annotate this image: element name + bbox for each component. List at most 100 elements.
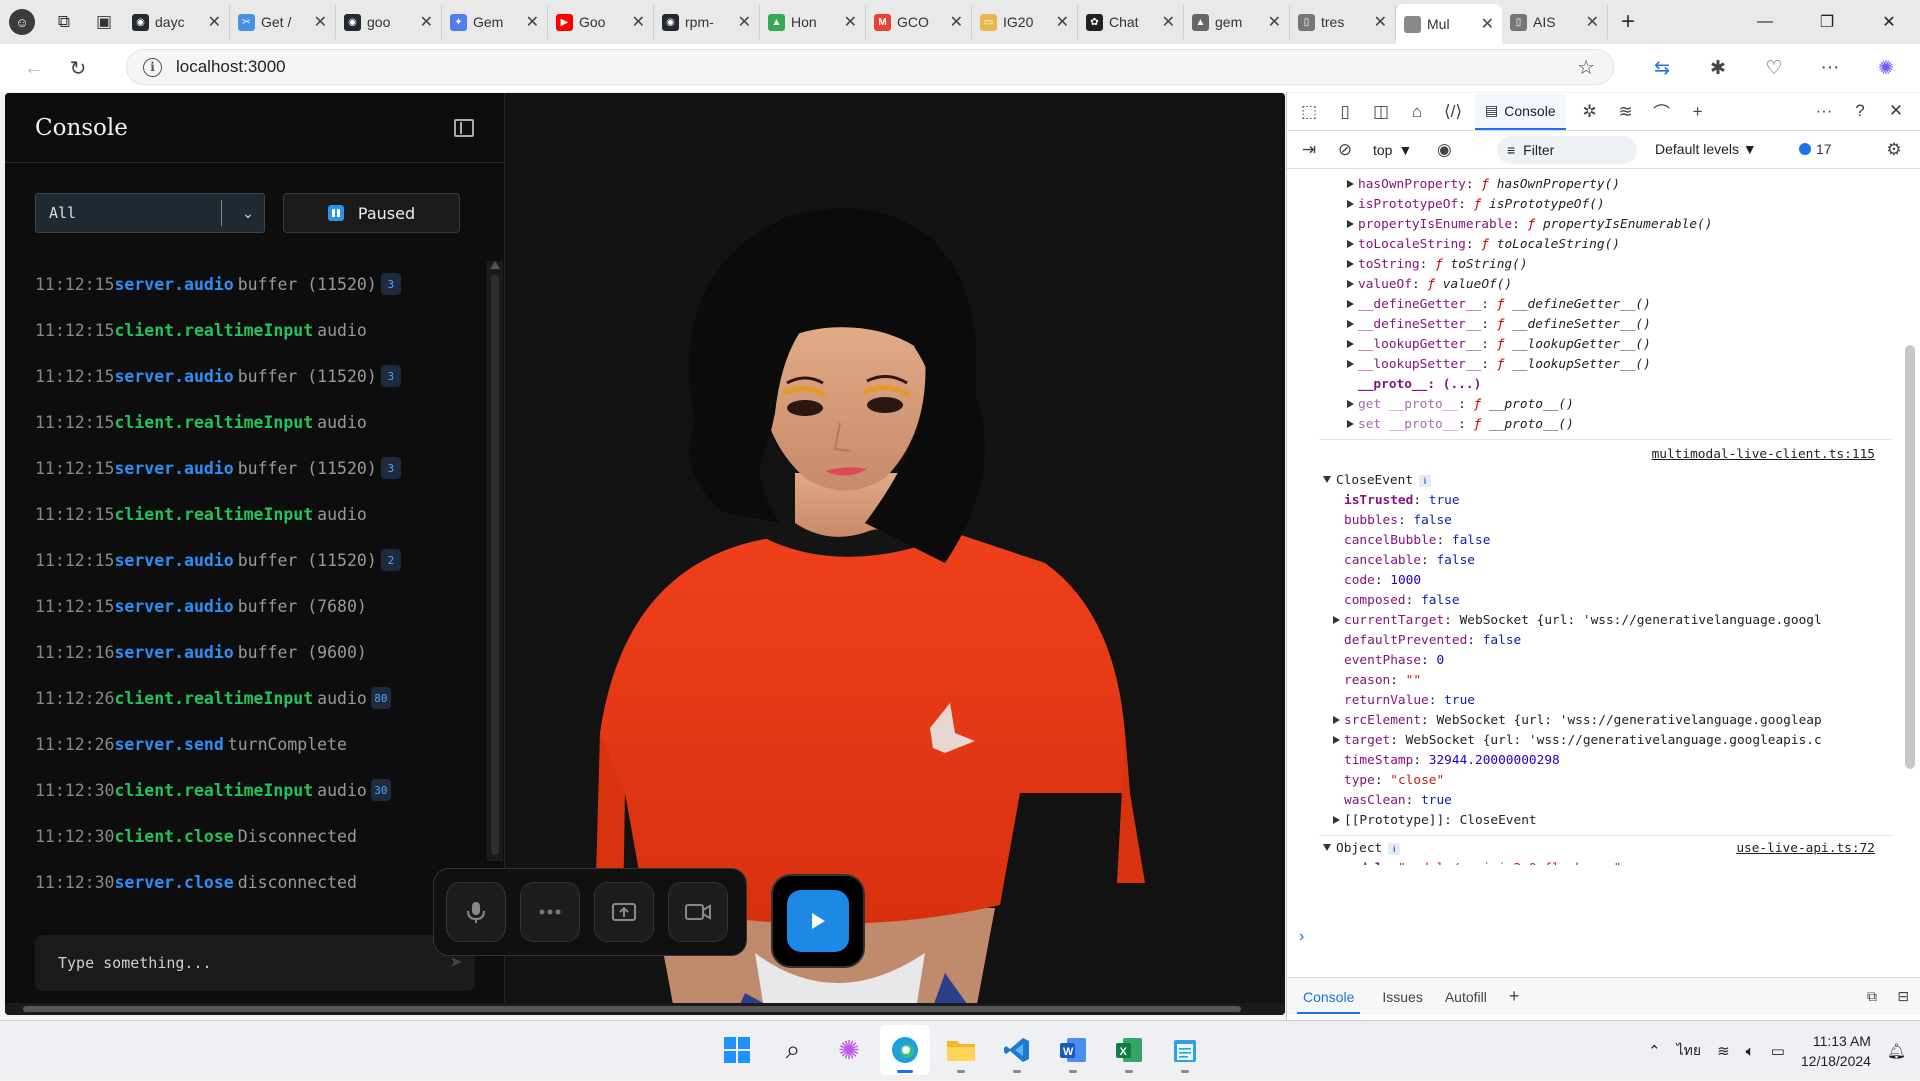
close-drawer-icon[interactable]: ⊟ [1897,988,1909,1005]
close-event-property[interactable]: srcElement: WebSocket {url: 'wss://gener… [1333,711,1822,731]
browser-tab[interactable]: ▲ gem ✕ [1184,5,1290,39]
copilot-icon[interactable]: ✺ [1862,48,1910,88]
log-scrollbar[interactable] [487,261,503,861]
show-sidebar-icon[interactable]: ⇥ [1291,132,1327,168]
help-icon[interactable]: ? [1842,93,1878,129]
expand-triangle-icon[interactable] [1347,340,1354,348]
expand-triangle-icon[interactable] [1347,400,1354,408]
browser-tab[interactable]: ▲ Hon ✕ [760,5,866,39]
tab-close-icon[interactable]: ✕ [208,12,221,32]
new-tab-button[interactable]: + [1608,5,1648,39]
info-badge-icon[interactable]: i [1419,475,1432,487]
paused-button[interactable]: Paused [283,193,460,233]
edge-app[interactable] [880,1025,930,1075]
tab-close-icon[interactable]: ✕ [1586,12,1599,32]
connect-button[interactable] [771,874,865,968]
expand-triangle-icon[interactable] [1347,320,1354,328]
source-link-2[interactable]: use-live-api.ts:72 [1736,839,1875,859]
context-select[interactable]: top ▼ [1373,142,1412,158]
input-language[interactable]: ไทย [1677,1040,1701,1062]
tab-close-icon[interactable]: ✕ [1056,12,1069,32]
drawer-tab-console[interactable]: Console [1297,989,1361,1014]
restore-icon[interactable]: ❐ [1796,0,1858,44]
browser-essentials-icon[interactable]: ♡ [1750,48,1798,88]
browser-tab[interactable]: ◉ rpm- ✕ [654,5,760,39]
add-tool-icon[interactable]: + [1680,94,1716,130]
console-prompt-caret[interactable]: › [1299,928,1304,946]
address-bar[interactable]: i localhost:3000 ☆ [126,49,1614,85]
drawer-tab-issues[interactable]: Issues [1382,989,1422,1005]
prototype-method-row[interactable]: __defineSetter__: ƒ __defineSetter__() [1347,315,1651,335]
tab-close-icon[interactable]: ✕ [844,12,857,32]
search-button[interactable]: ⌕ [768,1025,818,1075]
collapse-triangle-icon[interactable] [1323,476,1331,483]
source-link-1[interactable]: multimodal-live-client.ts:115 [1652,445,1875,465]
tab-close-icon[interactable]: ✕ [420,12,433,32]
browser-tab[interactable]: ▶ Goo ✕ [548,5,654,39]
word-app[interactable]: W [1048,1025,1098,1075]
close-event-header[interactable]: CloseEvent i [1323,471,1432,491]
elements-tab-icon[interactable]: ⟨/⟩ [1435,94,1471,130]
workspaces-icon[interactable]: ⧉ [44,0,84,44]
start-button[interactable] [712,1025,762,1075]
filter-input[interactable]: ≡ Filter [1497,136,1637,164]
prototype-method-row[interactable]: toLocaleString: ƒ toLocaleString() [1347,235,1620,255]
more-tools-icon[interactable]: ··· [1806,93,1842,129]
device-emulation-icon[interactable]: ▯ [1327,94,1363,130]
add-drawer-tab-icon[interactable]: + [1509,986,1520,1007]
tab-close-icon[interactable]: ✕ [314,12,327,32]
expand-triangle-icon[interactable] [1333,616,1340,624]
console-scrollbar[interactable] [1904,171,1916,857]
info-badge-icon[interactable]: i [1388,843,1401,855]
excel-app[interactable]: X [1104,1025,1154,1075]
live-expression-eye-icon[interactable]: ◉ [1426,132,1462,168]
expand-triangle-icon[interactable] [1333,816,1340,824]
battery-icon[interactable]: ▭ [1771,1042,1785,1060]
minimize-icon[interactable]: — [1734,0,1796,44]
close-event-prototype[interactable]: [[Prototype]]: CloseEvent [1333,811,1537,831]
tab-close-icon[interactable]: ✕ [1481,14,1494,34]
tab-console[interactable]: ▤ Console [1475,93,1566,130]
expand-triangle-icon[interactable] [1333,736,1340,744]
tab-close-icon[interactable]: ✕ [1268,12,1281,32]
close-window-icon[interactable]: ✕ [1858,0,1920,44]
file-explorer-app[interactable] [936,1025,986,1075]
chevron-down-icon[interactable]: ⌄ [232,205,264,222]
close-event-property[interactable]: target: WebSocket {url: 'wss://generativ… [1333,731,1822,751]
tab-close-icon[interactable]: ✕ [1374,12,1387,32]
expand-triangle-icon[interactable] [1347,240,1354,248]
audio-pulse-button[interactable] [520,882,580,942]
clock[interactable]: 11:13 AM 12/18/2024 [1801,1031,1871,1071]
welcome-home-icon[interactable]: ⌂ [1399,94,1435,130]
toggle-sidebar-icon[interactable]: ◫ [1363,94,1399,130]
copilot-app[interactable]: ✺ [824,1025,874,1075]
refresh-button[interactable]: ↻ [56,48,100,88]
prototype-method-row[interactable]: propertyIsEnumerable: ƒ propertyIsEnumer… [1347,215,1712,235]
browser-tab[interactable]: ✂ Get / ✕ [230,5,336,39]
log-filter-select[interactable]: All ⌄ [35,193,265,233]
proto-set-row[interactable]: set __proto__: ƒ __proto__() [1347,415,1574,435]
expand-triangle-icon[interactable] [1347,280,1354,288]
more-menu-icon[interactable]: ··· [1806,48,1854,88]
chevron-up-icon[interactable]: ⌃ [1648,1042,1661,1060]
tab-close-icon[interactable]: ✕ [738,12,751,32]
scrollbar-thumb[interactable] [1905,345,1915,769]
page-horizontal-scrollbar[interactable] [5,1003,1285,1015]
prototype-method-row[interactable]: valueOf: ƒ valueOf() [1347,275,1512,295]
scrollbar-thumb[interactable] [491,275,499,855]
prototype-method-row[interactable]: __lookupSetter__: ƒ __lookupSetter__() [1347,355,1651,375]
notepad-app[interactable] [1160,1025,1210,1075]
browser-tab[interactable]: ✿ Chat ✕ [1078,5,1184,39]
browser-tab[interactable]: ▯ tres ✕ [1290,5,1396,39]
scrollbar-thumb[interactable] [23,1006,1241,1012]
tab-close-icon[interactable]: ✕ [950,12,963,32]
close-devtools-icon[interactable]: ✕ [1878,93,1914,129]
expand-triangle-icon[interactable] [1347,420,1354,428]
log-levels-select[interactable]: Default levels ▼ [1655,141,1757,157]
network-wifi-icon[interactable]: ≋ [1608,94,1644,130]
context-value[interactable]: top [1373,142,1392,158]
browser-tab[interactable]: Mul ✕ [1396,4,1502,44]
clear-console-icon[interactable]: ⊘ [1327,132,1363,168]
wifi-icon[interactable]: ≋ [1717,1042,1730,1060]
url-text[interactable]: localhost:3000 [176,57,286,77]
